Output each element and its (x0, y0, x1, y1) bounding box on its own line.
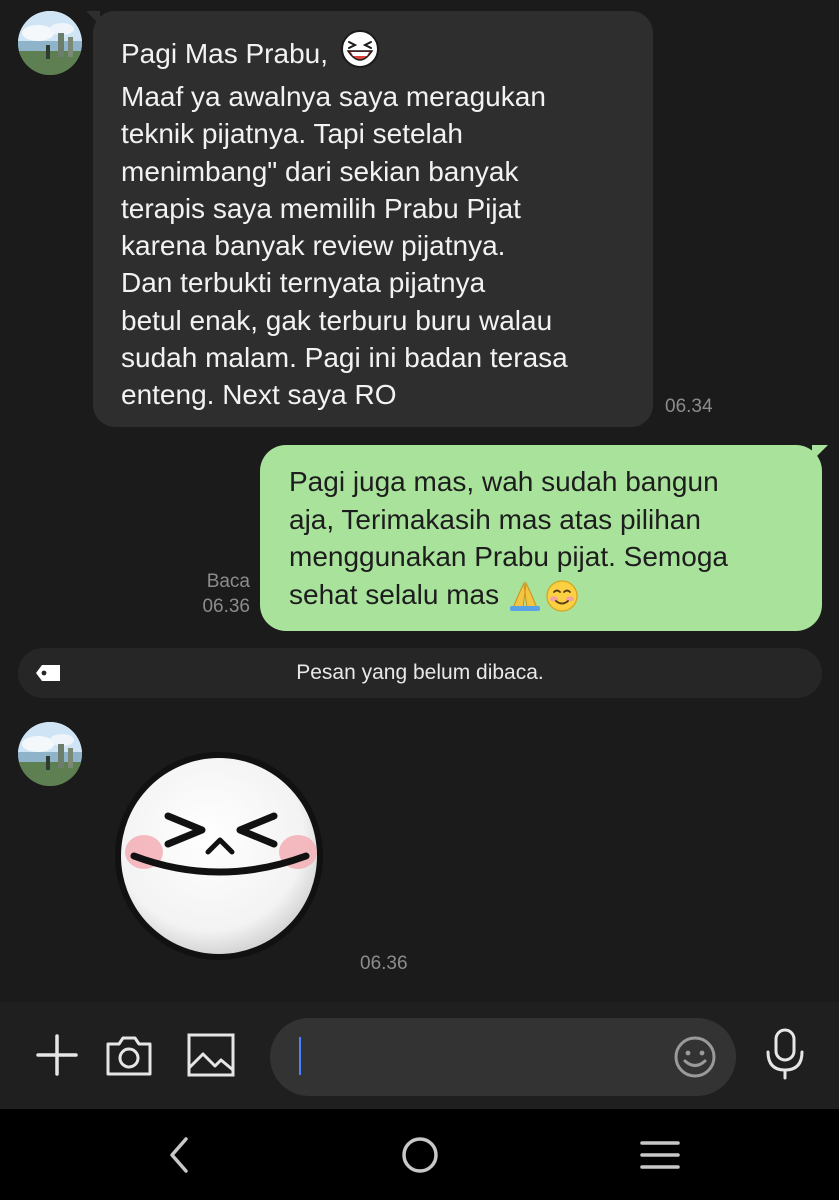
camera-icon (106, 1036, 152, 1076)
incoming-message-text: Maaf ya awalnya saya meragukan teknik pi… (121, 81, 568, 411)
gallery-button[interactable] (186, 1030, 236, 1080)
read-status: Baca 06.36 (190, 569, 250, 619)
read-label: Baca (206, 571, 250, 592)
system-navigation-bar (0, 1109, 839, 1200)
sticker-message-time: 06.36 (360, 953, 408, 974)
folded-hands-emoji-icon (509, 581, 540, 612)
camera-button[interactable] (104, 1030, 154, 1080)
greeting-line: Pagi Mas Prabu, (121, 29, 633, 78)
outgoing-message-text: Pagi juga mas, wah sudah bangun aja, Ter… (289, 463, 802, 613)
contact-avatar[interactable] (18, 722, 82, 786)
back-icon (170, 1137, 188, 1173)
avatar-image (18, 722, 82, 786)
laughing-face-sticker-icon (115, 752, 323, 960)
plus-icon (36, 1034, 78, 1076)
microphone-icon (766, 1028, 804, 1080)
contact-avatar[interactable] (18, 11, 82, 75)
laughing-face-emoji-icon (340, 29, 380, 78)
outgoing-message-time: 06.36 (202, 596, 250, 617)
emoji-icon (674, 1036, 716, 1078)
recent-apps-button[interactable] (638, 1135, 682, 1175)
add-button[interactable] (32, 1030, 82, 1080)
message-composer (0, 1002, 839, 1109)
message-input-container[interactable] (270, 1018, 736, 1096)
outgoing-emojis (507, 579, 579, 613)
chat-area: Pagi Mas Prabu, Maaf ya awalnya saya mer… (0, 0, 839, 1002)
emoji-button[interactable] (672, 1034, 722, 1084)
incoming-message-bubble[interactable]: Pagi Mas Prabu, Maaf ya awalnya saya mer… (86, 11, 653, 427)
smiling-face-emoji-icon (546, 580, 578, 612)
outgoing-message-bubble[interactable]: Pagi juga mas, wah sudah bangun aja, Ter… (260, 445, 828, 631)
recent-apps-icon (640, 1141, 680, 1169)
incoming-message-time: 06.34 (665, 396, 713, 417)
message-input[interactable] (298, 1036, 672, 1078)
home-icon (402, 1137, 438, 1173)
back-button[interactable] (158, 1135, 202, 1175)
home-button[interactable] (398, 1135, 442, 1175)
voice-message-button[interactable] (762, 1028, 812, 1080)
laughing-moon-sticker[interactable] (108, 748, 330, 964)
greeting-text: Pagi Mas Prabu, (121, 38, 328, 69)
unread-messages-divider: Pesan yang belum dibaca. (18, 648, 822, 698)
text-cursor (299, 1037, 301, 1075)
avatar-image (18, 11, 82, 75)
unread-messages-label: Pesan yang belum dibaca. (296, 661, 544, 684)
image-icon (187, 1033, 235, 1077)
